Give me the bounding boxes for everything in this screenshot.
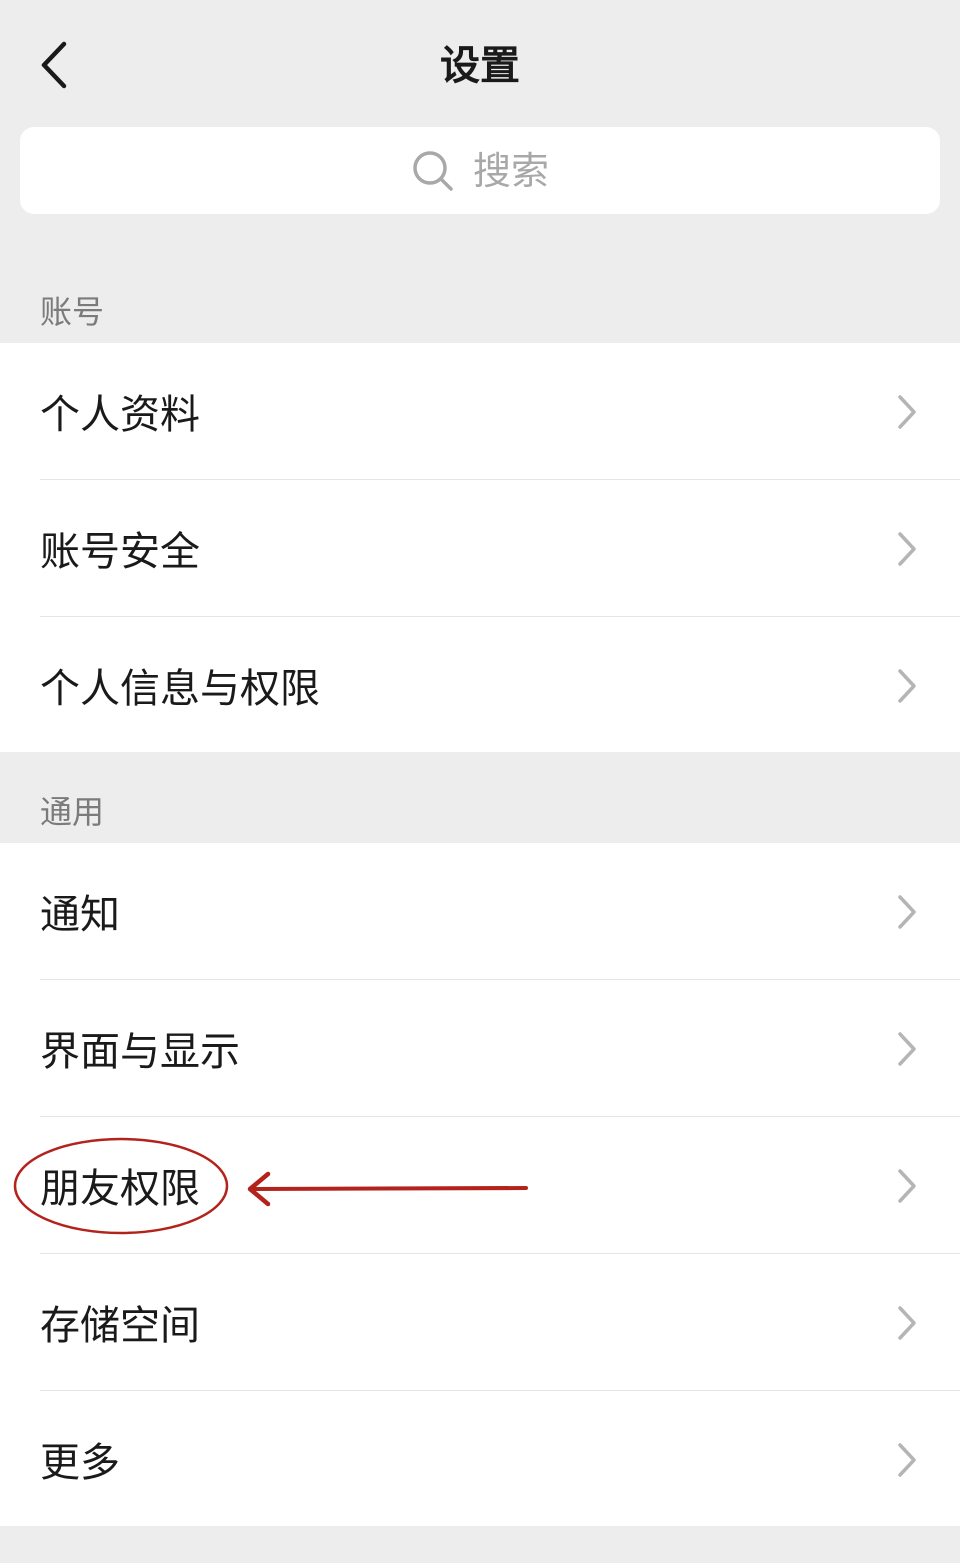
nav-bar: 设置 xyxy=(0,0,960,130)
search-placeholder: 搜索 xyxy=(472,148,549,193)
settings-item-more[interactable]: 更多 xyxy=(0,1391,960,1526)
settings-item-label: 通知 xyxy=(40,892,120,938)
page-title: 设置 xyxy=(440,43,520,89)
section-label-account: 账号 xyxy=(40,293,105,331)
chevron-right-icon xyxy=(898,1306,916,1340)
settings-item-label: 更多 xyxy=(40,1440,120,1486)
search-icon xyxy=(411,149,455,193)
settings-group-general: 通知 界面与显示 朋友权限 存储空间 更多 xyxy=(0,843,960,1526)
settings-item-label: 个人信息与权限 xyxy=(40,666,320,712)
section-label-general: 通用 xyxy=(40,793,105,831)
settings-item-label: 界面与显示 xyxy=(40,1029,240,1075)
chevron-right-icon xyxy=(898,1443,916,1477)
settings-group-account: 个人资料 账号安全 个人信息与权限 xyxy=(0,343,960,752)
settings-item-display[interactable]: 界面与显示 xyxy=(0,980,960,1117)
settings-item-privacy[interactable]: 个人信息与权限 xyxy=(0,617,960,752)
settings-item-storage[interactable]: 存储空间 xyxy=(0,1254,960,1391)
settings-item-friend-permissions[interactable]: 朋友权限 xyxy=(0,1117,960,1254)
chevron-right-icon xyxy=(898,895,916,929)
chevron-right-icon xyxy=(898,395,916,429)
settings-item-account-security[interactable]: 账号安全 xyxy=(0,480,960,617)
chevron-right-icon xyxy=(898,669,916,703)
settings-item-label: 朋友权限 xyxy=(40,1166,200,1212)
settings-item-label: 存储空间 xyxy=(40,1303,200,1349)
settings-page: 设置 搜索 账号 个人资料 账号安全 个人信息与权限 通用 通知 界面与显示 朋… xyxy=(0,0,960,1563)
settings-item-notifications[interactable]: 通知 xyxy=(0,843,960,980)
chevron-right-icon xyxy=(898,1169,916,1203)
chevron-right-icon xyxy=(898,532,916,566)
search-bar[interactable]: 搜索 xyxy=(20,127,940,214)
settings-item-label: 个人资料 xyxy=(40,392,200,438)
settings-item-label: 账号安全 xyxy=(40,529,200,575)
chevron-right-icon xyxy=(898,1032,916,1066)
settings-item-profile[interactable]: 个人资料 xyxy=(0,343,960,480)
